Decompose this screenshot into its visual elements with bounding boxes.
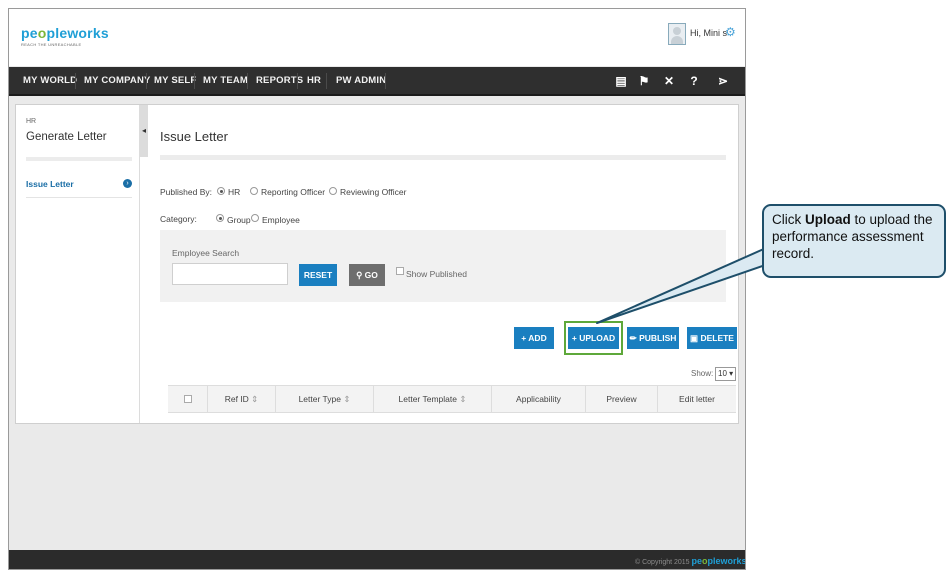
select-all-checkbox[interactable] <box>183 395 192 403</box>
radio-reviewing-officer-label[interactable]: Reviewing Officer <box>340 187 406 197</box>
category-label: Category: <box>160 214 197 224</box>
tools-icon[interactable]: ✕ <box>662 73 676 89</box>
radio-group-label[interactable]: Group <box>227 215 251 225</box>
column-ref-id[interactable]: Ref ID ⇕ <box>208 386 276 412</box>
show-label: Show: <box>691 369 714 378</box>
trash-icon: ▣ <box>690 333 701 343</box>
publish-button[interactable]: ✏ PUBLISH <box>627 327 679 349</box>
share-icon[interactable]: ⋗ <box>716 73 730 89</box>
book-icon[interactable]: ▤ <box>614 73 628 89</box>
radio-group[interactable] <box>216 214 224 222</box>
pencil-icon: ✏ <box>629 333 640 343</box>
nav-pw-admin[interactable]: PW ADMIN <box>336 67 386 94</box>
radio-employee[interactable] <box>251 214 259 222</box>
user-greeting: Hi, Mini s <box>690 28 728 38</box>
column-letter-template[interactable]: Letter Template ⇕ <box>374 386 492 412</box>
column-applicability: Applicability <box>492 386 586 412</box>
sort-icon: ⇕ <box>251 394 259 404</box>
top-header: peopleworks REACH THE UNREACHABLE Hi, Mi… <box>9 9 745 66</box>
reset-button[interactable]: RESET <box>299 264 337 286</box>
letters-table-header: Ref ID ⇕ Letter Type ⇕ Letter Template ⇕… <box>168 385 736 413</box>
footer-logo: peopleworks <box>691 556 746 566</box>
company-logo[interactable]: peopleworks REACH THE UNREACHABLE <box>21 25 109 53</box>
published-by-label: Published By: <box>160 187 212 197</box>
breadcrumb[interactable]: HR <box>26 118 36 125</box>
radio-hr[interactable] <box>217 187 225 195</box>
nav-my-self[interactable]: MY SELF <box>154 67 196 94</box>
employee-search-label: Employee Search <box>172 248 240 258</box>
flag-icon[interactable]: ⚑ <box>637 73 651 89</box>
radio-reporting-officer-label[interactable]: Reporting Officer <box>261 187 325 197</box>
select-all-column[interactable] <box>168 386 208 412</box>
employee-search-panel: Employee Search RESET ⚲ GO Show Publishe… <box>160 230 726 302</box>
show-published-label[interactable]: Show Published <box>406 269 467 279</box>
radio-reviewing-officer[interactable] <box>329 187 337 195</box>
logo-tagline: REACH THE UNREACHABLE <box>21 42 82 47</box>
chevron-right-icon[interactable]: › <box>123 179 132 188</box>
gear-icon[interactable]: ⚙ <box>725 26 737 38</box>
sidebar-title: Generate Letter <box>26 131 107 143</box>
main-navbar: MY WORLD MY COMPANY MY SELF MY TEAM REPO… <box>9 67 745 96</box>
radio-reporting-officer[interactable] <box>250 187 258 195</box>
column-letter-type[interactable]: Letter Type ⇕ <box>276 386 374 412</box>
main-area: Issue Letter Published By: HR Reporting … <box>154 105 740 423</box>
nav-my-team[interactable]: MY TEAM <box>203 67 248 94</box>
sidebar: HR Generate Letter Issue Letter › <box>16 105 140 423</box>
go-button[interactable]: ⚲ GO <box>349 264 385 286</box>
delete-button[interactable]: ▣ DELETE <box>687 327 737 349</box>
nav-my-company[interactable]: MY COMPANY <box>84 67 151 94</box>
page-title: Issue Letter <box>160 129 228 144</box>
page-size-select[interactable]: 10 ▾ <box>715 367 736 381</box>
column-edit-letter: Edit letter <box>679 394 715 404</box>
radio-hr-label[interactable]: HR <box>228 187 240 197</box>
collapse-sidebar-handle[interactable]: ◂ <box>140 105 148 157</box>
nav-my-world[interactable]: MY WORLD <box>23 67 77 94</box>
show-published-checkbox[interactable] <box>396 267 404 275</box>
copyright-text: © Copyright 2015 peopleworks <box>635 556 746 566</box>
app-window: peopleworks REACH THE UNREACHABLE Hi, Mi… <box>8 8 746 570</box>
employee-search-input[interactable] <box>172 263 288 285</box>
search-icon: ⚲ <box>356 270 365 280</box>
footer: © Copyright 2015 peopleworks <box>9 550 746 569</box>
add-button[interactable]: + ADD <box>514 327 554 349</box>
avatar[interactable] <box>668 23 686 45</box>
sort-icon: ⇕ <box>343 394 351 404</box>
sidebar-item-issue-letter[interactable]: Issue Letter <box>26 179 74 189</box>
sort-icon: ⇕ <box>459 394 467 404</box>
instruction-callout: Click Upload to upload the performance a… <box>762 204 946 278</box>
upload-highlight <box>564 321 623 355</box>
radio-employee-label[interactable]: Employee <box>262 215 300 225</box>
content-panel: HR Generate Letter Issue Letter › ◂ Issu… <box>15 104 739 424</box>
nav-hr[interactable]: HR <box>307 67 321 94</box>
help-icon[interactable]: ? <box>687 73 701 89</box>
column-preview: Preview <box>586 386 658 412</box>
